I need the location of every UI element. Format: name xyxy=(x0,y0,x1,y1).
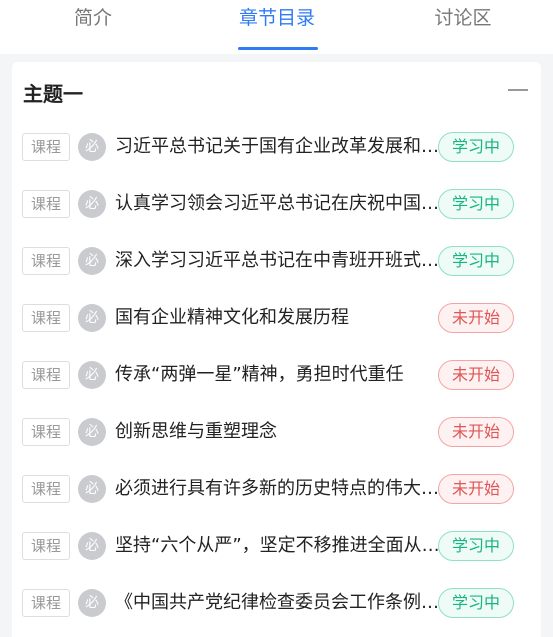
status-badge: 未开始 xyxy=(438,417,514,447)
status-badge: 学习中 xyxy=(438,588,514,618)
course-row[interactable]: 课程必《中国共产党纪律检查委员会工作条例》解读 学习中 xyxy=(20,586,520,620)
required-icon: 必 xyxy=(78,418,106,446)
course-row[interactable]: 课程必习近平总书记关于国有企业改革发展和党的建设重要论述学习中 xyxy=(20,130,520,164)
required-icon: 必 xyxy=(78,361,106,389)
course-type-tag: 课程 xyxy=(22,133,70,161)
course-type-tag: 课程 xyxy=(22,304,70,332)
required-icon: 必 xyxy=(78,475,106,503)
collapse-icon[interactable] xyxy=(508,89,528,91)
required-icon: 必 xyxy=(78,532,106,560)
active-tab-indicator xyxy=(238,47,318,50)
course-type-tag: 课程 xyxy=(22,589,70,617)
required-icon: 必 xyxy=(78,190,106,218)
course-row[interactable]: 课程必传承“两弹一星”精神，勇担时代重任 未开始 xyxy=(20,358,520,392)
status-badge: 学习中 xyxy=(438,189,514,219)
course-type-tag: 课程 xyxy=(22,247,70,275)
status-badge: 学习中 xyxy=(438,246,514,276)
course-title[interactable]: 传承“两弹一星”精神，勇担时代重任 xyxy=(115,361,440,389)
course-title[interactable]: 《中国共产党纪律检查委员会工作条例》解读 xyxy=(115,589,440,617)
course-row[interactable]: 课程必坚持“六个从严”，坚定不移推进全面从严治党 学习中 xyxy=(20,529,520,563)
course-type-tag: 课程 xyxy=(22,475,70,503)
course-title[interactable]: 深入学习习近平总书记在中青班开班式上的重要讲话精神 xyxy=(115,247,440,275)
required-icon: 必 xyxy=(78,589,106,617)
tab-bar: 简介 章节目录 讨论区 xyxy=(0,0,553,54)
course-title[interactable]: 国有企业精神文化和发展历程 xyxy=(115,304,440,332)
status-badge: 学习中 xyxy=(438,132,514,162)
status-badge: 未开始 xyxy=(438,474,514,504)
course-title[interactable]: 习近平总书记关于国有企业改革发展和党的建设重要论述 xyxy=(115,133,440,161)
status-badge: 未开始 xyxy=(438,360,514,390)
course-type-tag: 课程 xyxy=(22,190,70,218)
course-title[interactable]: 坚持“六个从严”，坚定不移推进全面从严治党 xyxy=(115,532,440,560)
tab-intro[interactable]: 简介 xyxy=(28,6,158,46)
course-row[interactable]: 课程必必须进行具有许多新的历史特点的伟大斗争 未开始 xyxy=(20,472,520,506)
tab-chapters[interactable]: 章节目录 xyxy=(212,6,342,46)
course-type-tag: 课程 xyxy=(22,361,70,389)
status-badge: 学习中 xyxy=(438,531,514,561)
course-row[interactable]: 课程必国有企业精神文化和发展历程 未开始 xyxy=(20,301,520,335)
course-row[interactable]: 课程必深入学习习近平总书记在中青班开班式上的重要讲话精神学习中 xyxy=(20,244,520,278)
section-title[interactable]: 主题一 xyxy=(23,78,83,107)
status-badge: 未开始 xyxy=(438,303,514,333)
course-title[interactable]: 必须进行具有许多新的历史特点的伟大斗争 xyxy=(115,475,440,503)
required-icon: 必 xyxy=(78,304,106,332)
course-type-tag: 课程 xyxy=(22,418,70,446)
required-icon: 必 xyxy=(78,133,106,161)
tab-discussion[interactable]: 讨论区 xyxy=(398,6,528,46)
course-title[interactable]: 创新思维与重塑理念 xyxy=(115,418,440,446)
course-row[interactable]: 课程必创新思维与重塑理念 未开始 xyxy=(20,415,520,449)
required-icon: 必 xyxy=(78,247,106,275)
course-title[interactable]: 认真学习领会习近平总书记在庆祝中国共产党成立100周年大会上的重要讲话精神 xyxy=(115,190,440,218)
course-row[interactable]: 课程必认真学习领会习近平总书记在庆祝中国共产党成立100周年大会上的重要讲话精神… xyxy=(20,187,520,221)
course-type-tag: 课程 xyxy=(22,532,70,560)
